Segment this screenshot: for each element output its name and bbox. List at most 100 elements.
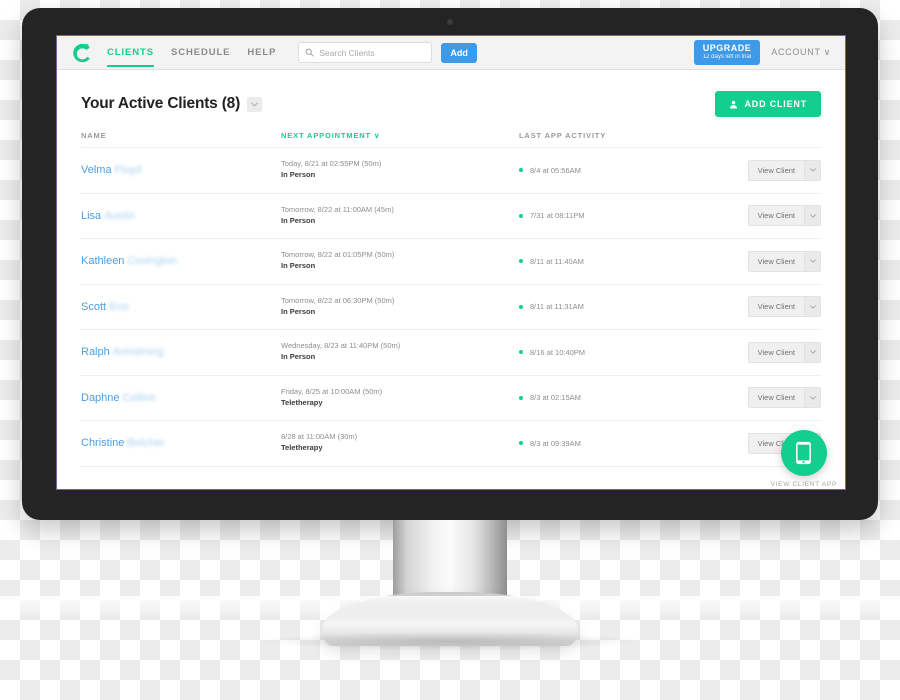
client-last-name: Armstrong — [112, 346, 164, 359]
client-first-name: Scott — [81, 300, 107, 313]
computer-monitor: CLIENTS SCHEDULE HELP Search Clients Add… — [22, 8, 878, 650]
view-client-dropdown[interactable] — [804, 341, 821, 363]
column-header-name[interactable]: NAME — [81, 131, 281, 140]
last-activity-cell: 8/4 at 05:56AM — [519, 166, 747, 175]
last-activity-cell: 8/3 at 09:39AM — [519, 439, 747, 448]
appointment-type: In Person — [281, 261, 316, 271]
screen-viewport: CLIENTS SCHEDULE HELP Search Clients Add… — [56, 35, 846, 490]
last-activity-cell: 7/31 at 08:11PM — [519, 211, 747, 220]
client-name-link[interactable]: Velma Floyd — [81, 164, 281, 176]
chevron-down-icon — [809, 350, 816, 355]
client-first-name: Velma — [81, 164, 112, 177]
view-client-label: View Client — [747, 296, 804, 318]
monitor-stand-shadow — [260, 632, 640, 650]
status-dot — [519, 350, 523, 355]
add-button[interactable]: Add — [441, 42, 477, 63]
table-row[interactable]: Daphne Collins Friday, 8/25 at 10:00AM (50… — [81, 376, 821, 421]
nav-link-clients[interactable]: CLIENTS — [107, 38, 154, 67]
client-name-link[interactable]: Kathleen Covington — [81, 255, 281, 267]
appointment-datetime: Today, 8/21 at 02:55PM (50m) — [281, 159, 382, 169]
view-client-app-button[interactable] — [780, 430, 827, 476]
appointment-datetime: Tomorrow, 8/22 at 11:00AM (45m) — [281, 204, 394, 214]
view-client-dropdown[interactable] — [804, 387, 821, 409]
desk-reflection — [0, 596, 900, 618]
client-table-body: Velma Floyd Today, 8/21 at 02:55PM (50m) In… — [81, 148, 821, 467]
add-client-label: ADD CLIENT — [744, 99, 807, 109]
chevron-down-icon — [809, 214, 816, 218]
search-input[interactable]: Search Clients — [298, 42, 433, 63]
client-name-link[interactable]: Scott Eno — [81, 301, 281, 313]
chevron-down-icon: ∨ — [823, 46, 831, 57]
mobile-phone-icon — [796, 441, 812, 465]
c-logo-icon[interactable] — [71, 42, 93, 64]
last-activity-cell: 8/11 at 11:40AM — [519, 257, 747, 266]
client-first-name: Kathleen — [81, 255, 125, 268]
last-activity-cell: 8/3 at 02:15AM — [519, 393, 747, 402]
view-client-button[interactable]: View Client — [747, 250, 821, 272]
next-appointment-cell: Today, 8/21 at 02:55PM (50m) In Person — [281, 159, 519, 181]
row-actions-cell: View Client — [747, 341, 821, 363]
clients-filter-dropdown[interactable] — [247, 96, 263, 112]
clients-page: Your Active Clients (8) ADD CLIENT NAME … — [57, 70, 845, 489]
status-dot — [519, 213, 523, 218]
view-client-button[interactable]: View Client — [747, 159, 821, 181]
search-placeholder: Search Clients — [319, 47, 375, 58]
appointment-type: In Person — [281, 170, 316, 180]
column-header-next-appointment[interactable]: NEXT APPOINTMENT ∨ — [281, 131, 519, 140]
appointment-datetime: Wednesday, 8/23 at 11:40PM (50m) — [281, 341, 401, 351]
view-client-button[interactable]: View Client — [747, 205, 821, 227]
client-name-link[interactable]: Lisa Austin — [81, 210, 281, 222]
view-client-button[interactable]: View Client — [747, 296, 821, 318]
view-client-dropdown[interactable] — [804, 296, 821, 318]
view-client-label: View Client — [747, 250, 804, 272]
upgrade-button[interactable]: UPGRADE 12 days left in trial — [693, 40, 761, 65]
view-client-button[interactable]: View Client — [747, 341, 821, 363]
add-client-button[interactable]: ADD CLIENT — [714, 91, 821, 117]
view-client-dropdown[interactable] — [804, 159, 821, 181]
upgrade-title: UPGRADE — [702, 43, 752, 54]
status-dot — [519, 441, 523, 446]
view-client-app-widget: VIEW CLIENT APP — [771, 430, 837, 488]
client-name-link[interactable]: Daphne Collins — [81, 392, 281, 404]
account-menu[interactable]: ACCOUNT ∨ — [771, 47, 831, 58]
search-icon — [306, 48, 314, 57]
monitor-bezel: CLIENTS SCHEDULE HELP Search Clients Add… — [22, 8, 878, 520]
client-first-name: Christine — [81, 437, 125, 450]
table-row[interactable]: Kathleen Covington Tomorrow, 8/22 at 01:05… — [81, 239, 821, 285]
last-activity-time: 8/16 at 10:40PM — [530, 347, 586, 357]
next-appointment-cell: Wednesday, 8/23 at 11:40PM (50m) In Perso… — [281, 341, 519, 363]
nav-links: CLIENTS SCHEDULE HELP — [107, 38, 276, 67]
client-name-link[interactable]: Ralph Armstrong — [81, 346, 281, 358]
column-header-last-app-activity[interactable]: LAST APP ACTIVITY — [519, 131, 747, 140]
nav-link-help[interactable]: HELP — [247, 38, 276, 67]
row-actions-cell: View Client — [747, 159, 821, 181]
view-client-label: View Client — [747, 387, 804, 409]
client-last-name: Collins — [122, 391, 156, 404]
table-row[interactable]: Scott Eno Tomorrow, 8/22 at 06:30PM (50m) I… — [81, 285, 821, 330]
row-actions-cell: View Client — [747, 250, 821, 272]
last-activity-time: 8/11 at 11:31AM — [530, 302, 584, 312]
appointment-type: In Person — [281, 306, 316, 316]
last-activity-cell: 8/11 at 11:31AM — [519, 302, 747, 311]
view-client-dropdown[interactable] — [804, 250, 821, 272]
next-appointment-cell: Tomorrow, 8/22 at 11:00AM (45m) In Person — [281, 205, 519, 227]
table-row[interactable]: Lisa Austin Tomorrow, 8/22 at 11:00AM (45m… — [81, 194, 821, 239]
table-row[interactable]: Ralph Armstrong Wednesday, 8/23 at 11:40PM… — [81, 330, 821, 376]
view-client-dropdown[interactable] — [804, 205, 821, 227]
client-first-name: Lisa — [81, 209, 102, 222]
client-name-link[interactable]: Christine Belcher — [81, 437, 281, 449]
client-last-name: Eno — [109, 300, 129, 313]
table-header-row: NAME NEXT APPOINTMENT ∨ LAST APP ACTIVIT… — [81, 131, 821, 148]
row-actions-cell: View Client — [747, 205, 821, 227]
view-client-app-label: VIEW CLIENT APP — [770, 481, 837, 488]
table-row[interactable]: Velma Floyd Today, 8/21 at 02:55PM (50m) In… — [81, 148, 821, 194]
appointment-type: Teletherapy — [281, 397, 323, 407]
status-dot — [519, 395, 523, 400]
last-activity-cell: 8/16 at 10:40PM — [519, 348, 747, 357]
last-activity-time: 8/11 at 11:40AM — [530, 256, 584, 266]
nav-link-schedule[interactable]: SCHEDULE — [171, 38, 230, 67]
table-row[interactable]: Christine Belcher 8/28 at 11:00AM (30m) Tel… — [81, 421, 821, 467]
appointment-datetime: 8/28 at 11:00AM (30m) — [281, 432, 358, 442]
view-client-button[interactable]: View Client — [747, 387, 821, 409]
column-header-next-appointment-label: NEXT APPOINTMENT — [281, 131, 371, 140]
